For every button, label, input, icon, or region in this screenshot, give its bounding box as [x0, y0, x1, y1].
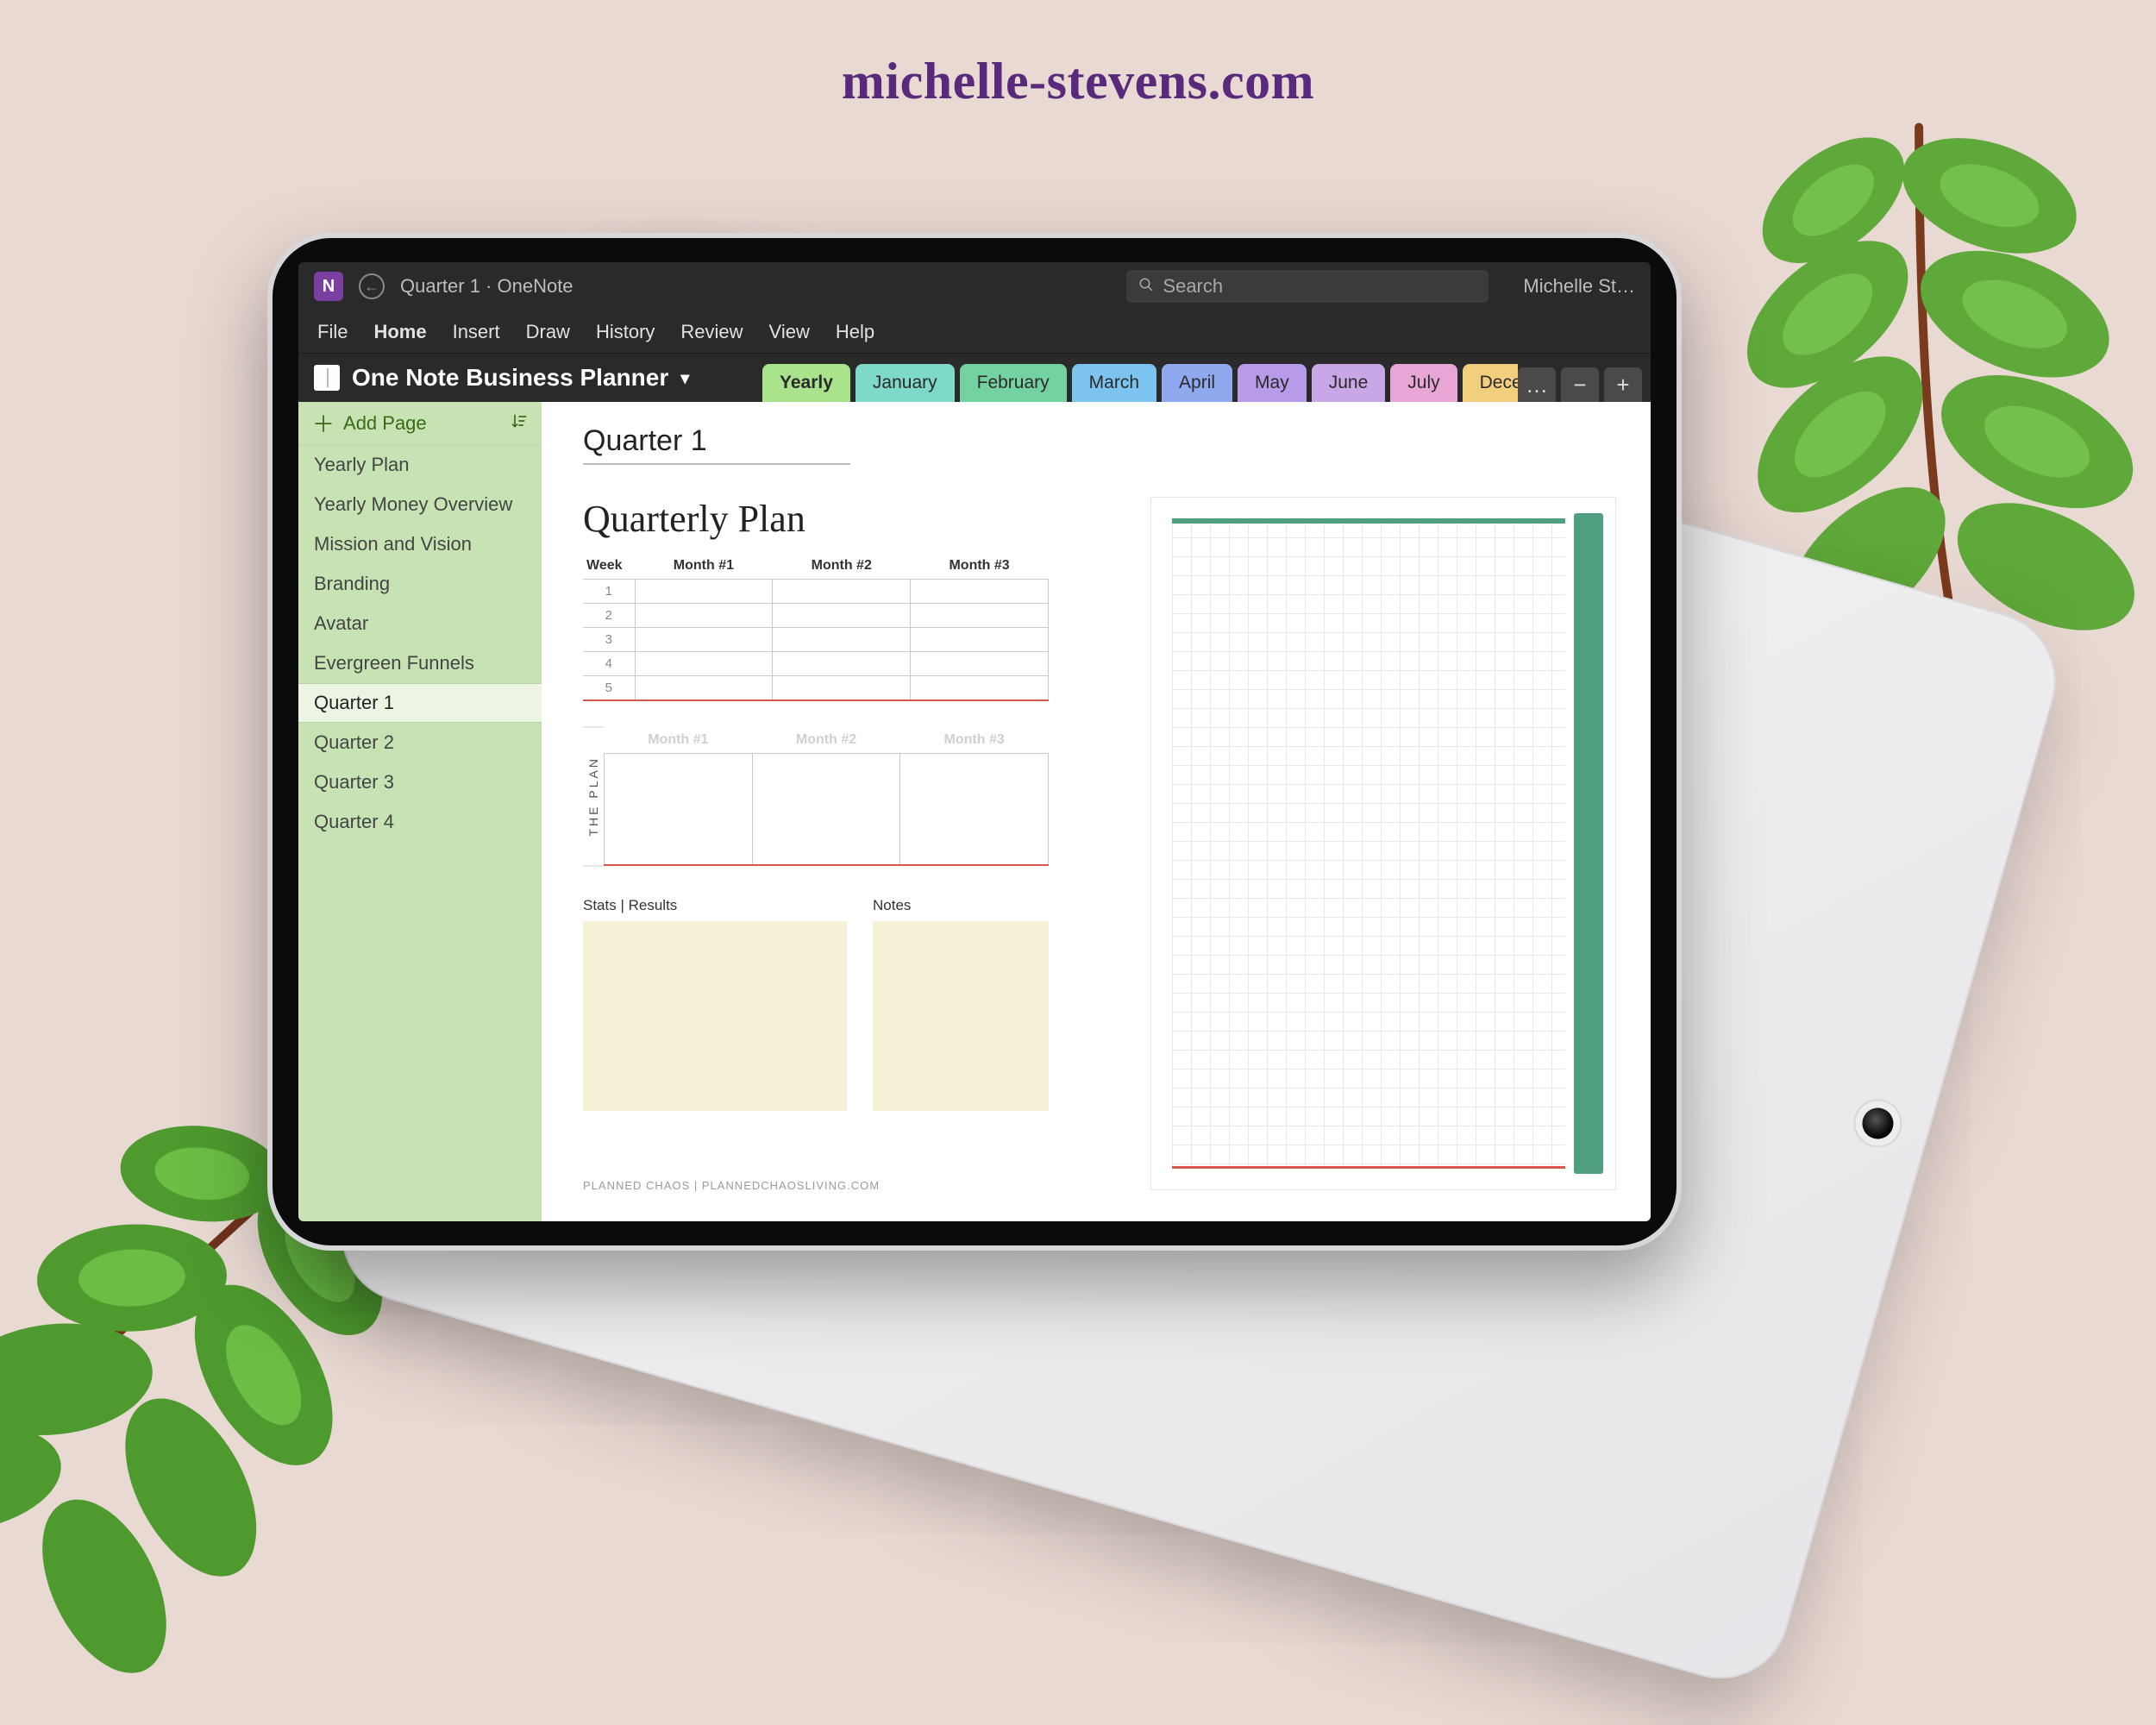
grid-area: [1172, 518, 1565, 1169]
menu-insert[interactable]: Insert: [453, 321, 500, 343]
page-item[interactable]: Avatar: [298, 604, 542, 643]
template-footer: PLANNED CHAOS | PLANNEDCHAOSLIVING.COM: [583, 1179, 880, 1192]
page-item[interactable]: Yearly Money Overview: [298, 485, 542, 524]
window-title: Quarter 1 · OneNote: [400, 275, 573, 298]
menu-view[interactable]: View: [769, 321, 810, 343]
planner-template: Quarterly Plan Week Month #1 Month #2 Mo…: [583, 497, 1616, 1195]
sort-icon[interactable]: [511, 412, 528, 435]
page-item[interactable]: Quarter 4: [298, 802, 542, 842]
plan-col-month3: Month #3: [900, 727, 1049, 754]
search-icon: [1138, 275, 1154, 298]
page-item[interactable]: Quarter 1: [298, 683, 542, 723]
menu-draw[interactable]: Draw: [526, 321, 570, 343]
page-item[interactable]: Branding: [298, 564, 542, 604]
section-tab-january[interactable]: January: [856, 364, 955, 402]
main-area: ＋ Add Page Yearly PlanYearly Money Overvi…: [298, 402, 1651, 1221]
section-tab-december[interactable]: December: [1463, 364, 1518, 402]
notes-label: Notes: [873, 897, 1049, 914]
page-item[interactable]: Yearly Plan: [298, 445, 542, 485]
search-input[interactable]: Search: [1126, 270, 1489, 303]
section-tab-march[interactable]: March: [1072, 364, 1156, 402]
plus-icon: ＋: [312, 407, 335, 439]
menu-history[interactable]: History: [596, 321, 655, 343]
page-title[interactable]: Quarter 1: [583, 424, 850, 465]
stats-box: [583, 921, 847, 1111]
section-tab-may[interactable]: May: [1238, 364, 1307, 402]
section-tab-july[interactable]: July: [1390, 364, 1457, 402]
chevron-down-icon: ▾: [680, 367, 689, 389]
notebook-name-label: One Note Business Planner: [352, 364, 668, 392]
pages-pane: ＋ Add Page Yearly PlanYearly Money Overvi…: [298, 402, 542, 1221]
notebook-picker[interactable]: One Note Business Planner ▾: [298, 354, 755, 402]
section-tab-june[interactable]: June: [1312, 364, 1386, 402]
nav-back-button[interactable]: ←: [359, 273, 385, 299]
notebook-icon: [314, 365, 340, 391]
notes-box: [873, 921, 1049, 1111]
tabs-overflow-button[interactable]: …: [1518, 367, 1556, 402]
menu-bar: File Home Insert Draw History Review Vie…: [298, 310, 1651, 354]
plan-col-month1: Month #1: [605, 727, 753, 754]
weekly-plan-table: Week Month #1 Month #2 Month #3 12345: [583, 553, 1049, 701]
page-item[interactable]: Quarter 3: [298, 762, 542, 802]
site-title: michelle-stevens.com: [0, 52, 2156, 111]
account-name[interactable]: Michelle St…: [1523, 275, 1635, 298]
stats-label: Stats | Results: [583, 897, 847, 914]
col-week: Week: [583, 553, 635, 580]
menu-file[interactable]: File: [317, 321, 348, 343]
section-tabs: YearlyJanuaryFebruaryMarchAprilMayJuneJu…: [755, 354, 1518, 402]
tablet-front: N ← Quarter 1 · OneNote Search Michelle …: [267, 233, 1682, 1251]
bottom-boxes: Stats | Results Notes: [583, 897, 1049, 1111]
add-page-button[interactable]: ＋ Add Page: [298, 402, 542, 445]
page-item[interactable]: Quarter 2: [298, 723, 542, 762]
page-item[interactable]: Evergreen Funnels: [298, 643, 542, 683]
add-section-button[interactable]: +: [1604, 367, 1642, 402]
menu-review[interactable]: Review: [680, 321, 743, 343]
grid-page-spine: [1574, 513, 1603, 1174]
search-placeholder: Search: [1163, 275, 1223, 298]
the-plan-block: THE PLAN Month #1 Month #2 Month #3: [583, 727, 1049, 867]
add-page-label: Add Page: [343, 412, 427, 435]
col-month3: Month #3: [911, 553, 1049, 580]
the-plan-table: Month #1 Month #2 Month #3: [604, 727, 1049, 867]
menu-home[interactable]: Home: [373, 321, 426, 343]
app-titlebar: N ← Quarter 1 · OneNote Search Michelle …: [298, 262, 1651, 310]
section-tab-yearly[interactable]: Yearly: [762, 364, 850, 402]
section-tab-april[interactable]: April: [1162, 364, 1232, 402]
section-tab-february[interactable]: February: [960, 364, 1067, 402]
plan-col-month2: Month #2: [752, 727, 900, 754]
col-month1: Month #1: [635, 553, 773, 580]
onenote-icon: N: [314, 272, 343, 301]
col-month2: Month #2: [773, 553, 911, 580]
the-plan-vertical-label: THE PLAN: [583, 727, 604, 867]
menu-help[interactable]: Help: [836, 321, 874, 343]
tab-controls: … − +: [1518, 354, 1651, 402]
grid-notes-page: [1150, 497, 1616, 1190]
page-item[interactable]: Mission and Vision: [298, 524, 542, 564]
onenote-app: N ← Quarter 1 · OneNote Search Michelle …: [298, 262, 1651, 1221]
tabs-collapse-button[interactable]: −: [1561, 367, 1599, 402]
note-canvas[interactable]: Quarter 1 Quarterly Plan Week Month #1 M…: [542, 402, 1651, 1221]
notebook-header-row: One Note Business Planner ▾ YearlyJanuar…: [298, 354, 1651, 402]
